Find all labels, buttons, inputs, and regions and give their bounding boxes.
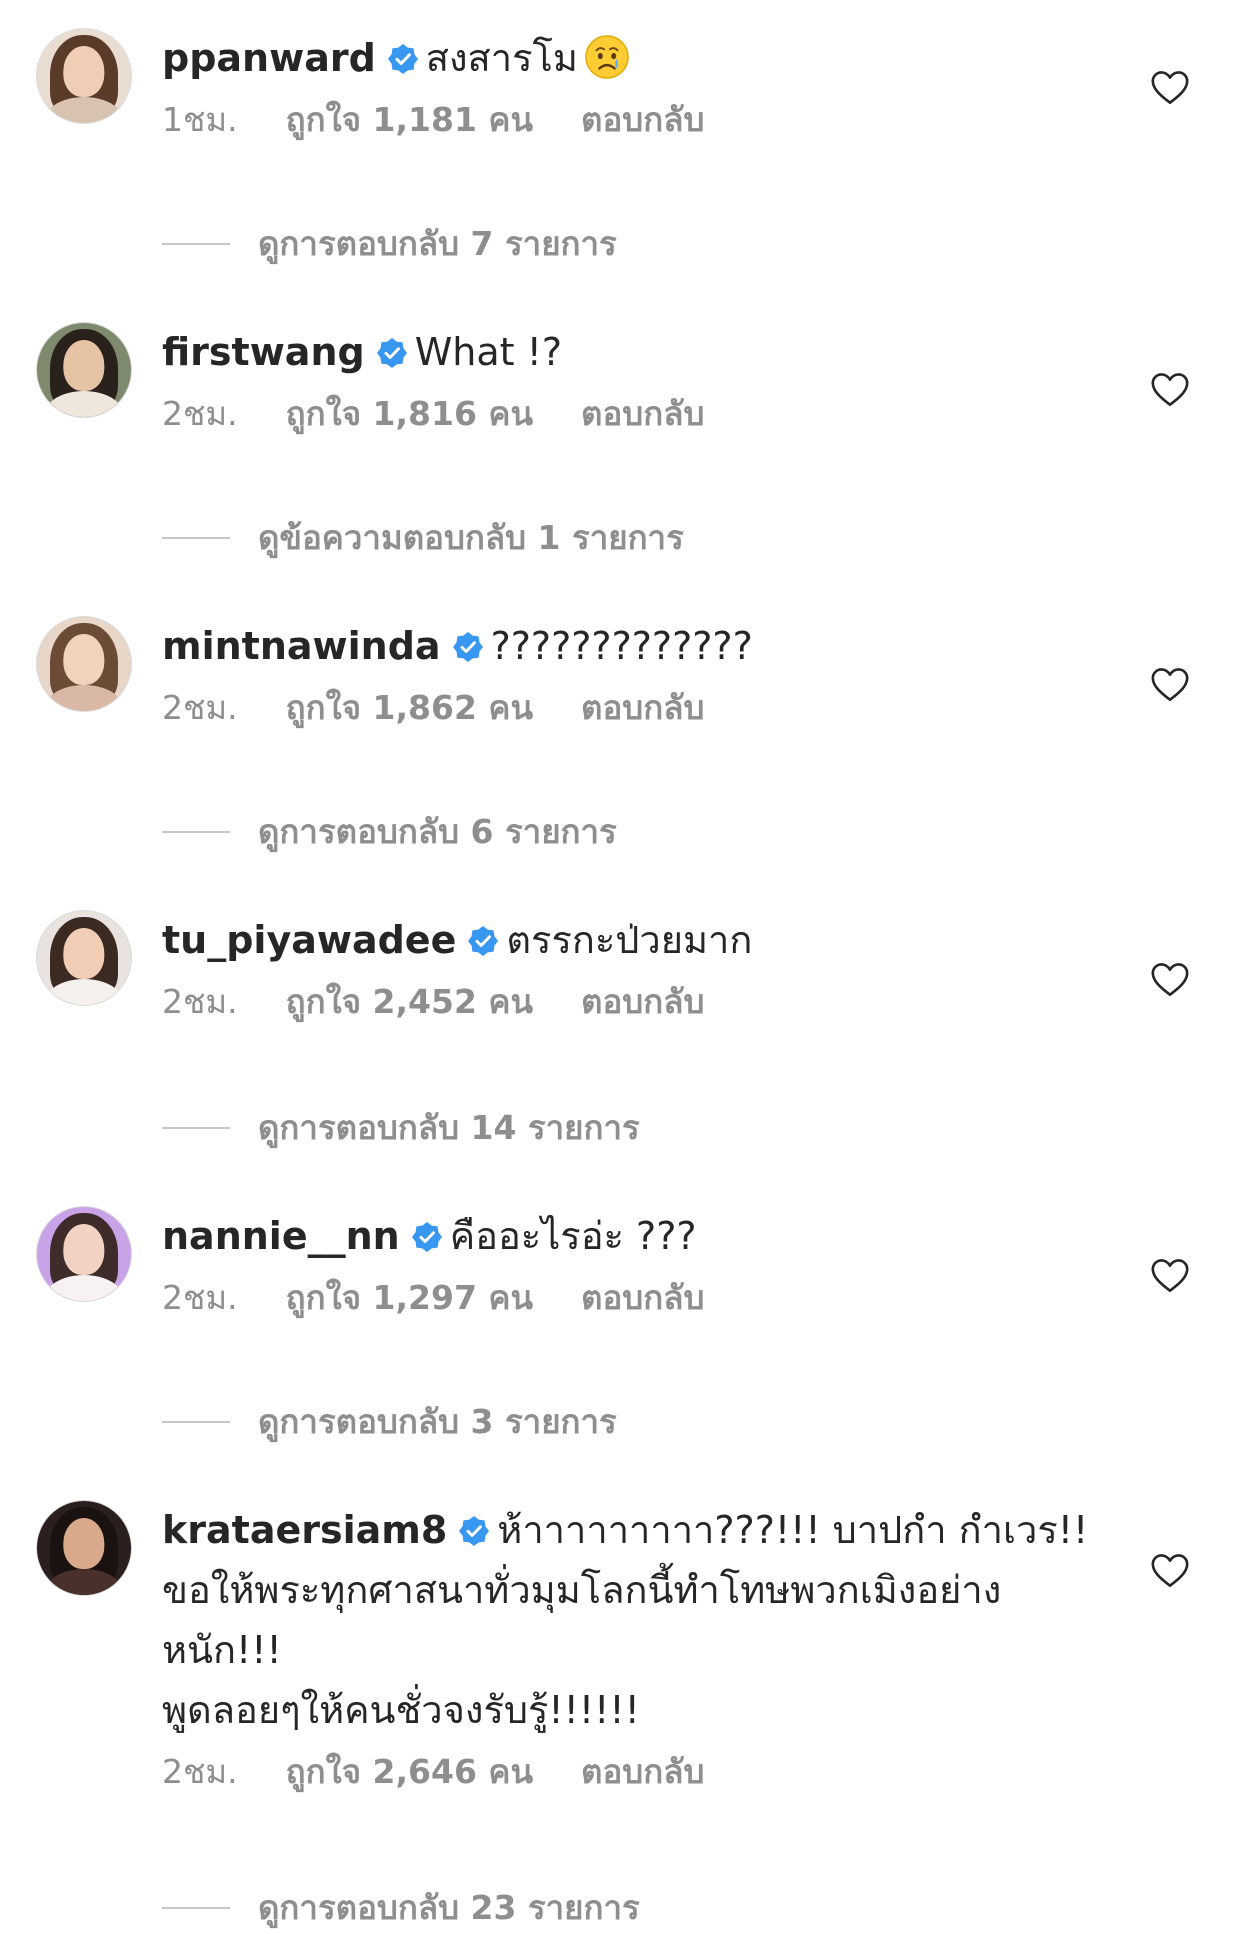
comment-text: What !? — [414, 330, 563, 374]
likes-count-link[interactable]: ถูกใจ 2,646 คน — [286, 1746, 533, 1798]
reply-button[interactable]: ตอบกลับ — [581, 682, 704, 734]
reply-button[interactable]: ตอบกลับ — [581, 388, 704, 440]
view-replies-label: ดูการตอบกลับ 6 รายการ — [258, 812, 617, 851]
avatar[interactable] — [36, 1206, 132, 1302]
avatar[interactable] — [36, 910, 132, 1006]
view-replies-button[interactable]: ดูข้อความตอบกลับ 1 รายการ — [162, 516, 684, 560]
view-replies-button[interactable]: ดูการตอบกลับ 14 รายการ — [162, 1106, 640, 1150]
comment-time: 2ชม. — [162, 1752, 238, 1791]
verified-badge-icon — [376, 338, 407, 368]
username-link[interactable]: nannie__nn — [162, 1214, 400, 1258]
view-replies-label: ดูการตอบกลับ 23 รายการ — [258, 1888, 640, 1927]
like-heart-icon[interactable] — [1150, 1258, 1190, 1294]
replies-divider — [162, 831, 230, 833]
comment-text: ตรรกะป่วยมาก — [506, 918, 753, 962]
avatar-face — [63, 1517, 105, 1569]
like-heart-icon[interactable] — [1150, 667, 1190, 703]
username-link[interactable]: tu_piyawadee — [162, 918, 456, 962]
likes-count-link[interactable]: ถูกใจ 1,297 คน — [286, 1272, 533, 1324]
avatar[interactable] — [36, 322, 132, 418]
view-replies-button[interactable]: ดูการตอบกลับ 6 รายการ — [162, 810, 617, 854]
comment-time: 1ชม. — [162, 100, 238, 139]
comment-text-line: krataersiam8 ห้าาาาาาาาา???!!! บาปกำ กำเว… — [162, 1500, 1102, 1740]
comment-meta: 2ชม. ถูกใจ 1,862 คน ตอบกลับ — [162, 682, 1102, 734]
avatar-face — [63, 927, 105, 979]
avatar-face — [63, 1223, 105, 1275]
username-link[interactable]: krataersiam8 — [162, 1508, 447, 1552]
comment-content: firstwang What !? 2ชม. ถูกใจ 1,816 คน ตอบกลั… — [162, 322, 1102, 440]
comment-meta: 1ชม. ถูกใจ 1,181 คน ตอบกลับ — [162, 94, 1102, 146]
comment-meta: 2ชม. ถูกใจ 2,646 คน ตอบกลับ — [162, 1746, 1102, 1798]
like-heart-icon[interactable] — [1150, 962, 1190, 998]
view-replies-label: ดูการตอบกลับ 7 รายการ — [258, 224, 617, 263]
replies-divider — [162, 1127, 230, 1129]
comment-time: 2ชม. — [162, 394, 238, 433]
view-replies-button[interactable]: ดูการตอบกลับ 3 รายการ — [162, 1400, 617, 1444]
replies-divider — [162, 1907, 230, 1909]
comment-content: mintnawinda????????????? 2ชม. ถูกใจ 1,862 … — [162, 616, 1102, 734]
view-replies-button[interactable]: ดูการตอบกลับ 7 รายการ — [162, 222, 617, 266]
likes-count-link[interactable]: ถูกใจ 1,181 คน — [286, 94, 533, 146]
likes-count-link[interactable]: ถูกใจ 2,452 คน — [286, 976, 533, 1028]
comment-text-line: mintnawinda????????????? — [162, 616, 1102, 676]
likes-count-link[interactable]: ถูกใจ 1,816 คน — [286, 388, 533, 440]
avatar-face — [63, 45, 105, 97]
replies-divider — [162, 1421, 230, 1423]
likes-count-link[interactable]: ถูกใจ 1,862 คน — [286, 682, 533, 734]
view-replies-label: ดูการตอบกลับ 14 รายการ — [258, 1108, 640, 1147]
comment-text-line: nannie__nn คืออะไรอ่ะ ??? — [162, 1206, 1102, 1266]
reply-button[interactable]: ตอบกลับ — [581, 1746, 704, 1798]
verified-badge-icon — [411, 1222, 442, 1252]
comment-text: คืออะไรอ่ะ ??? — [449, 1214, 697, 1258]
avatar-face — [63, 633, 105, 685]
view-replies-label: ดูข้อความตอบกลับ 1 รายการ — [258, 518, 684, 557]
like-heart-icon[interactable] — [1150, 70, 1190, 106]
avatar[interactable] — [36, 616, 132, 712]
comment-content: ppanward สงสารโม 1ชม. ถูกใจ 1,181 คน ตอบกลับ — [162, 28, 1102, 146]
comment-meta: 2ชม. ถูกใจ 1,297 คน ตอบกลับ — [162, 1272, 1102, 1324]
reply-button[interactable]: ตอบกลับ — [581, 1272, 704, 1324]
username-link[interactable]: firstwang — [162, 330, 365, 374]
comment-text-line: firstwang What !? — [162, 322, 1102, 382]
comment-content: nannie__nn คืออะไรอ่ะ ??? 2ชม. ถูกใจ 1,297 … — [162, 1206, 1102, 1324]
comment-time: 2ชม. — [162, 982, 238, 1021]
comment-time: 2ชม. — [162, 688, 238, 727]
verified-badge-icon — [452, 632, 483, 662]
avatar[interactable] — [36, 28, 132, 124]
view-replies-button[interactable]: ดูการตอบกลับ 23 รายการ — [162, 1886, 640, 1930]
comment-meta: 2ชม. ถูกใจ 1,816 คน ตอบกลับ — [162, 388, 1102, 440]
comment-text: ????????????? — [490, 624, 753, 668]
replies-divider — [162, 537, 230, 539]
comment-meta: 2ชม. ถูกใจ 2,452 คน ตอบกลับ — [162, 976, 1102, 1028]
comment-text-line: ppanward สงสารโม — [162, 28, 1102, 88]
like-heart-icon[interactable] — [1150, 1553, 1190, 1589]
comment-content: krataersiam8 ห้าาาาาาาาา???!!! บาปกำ กำเว… — [162, 1500, 1102, 1798]
username-link[interactable]: ppanward — [162, 36, 376, 80]
view-replies-label: ดูการตอบกลับ 3 รายการ — [258, 1402, 617, 1441]
comment-text-line: tu_piyawadee ตรรกะป่วยมาก — [162, 910, 1102, 970]
reply-button[interactable]: ตอบกลับ — [581, 976, 704, 1028]
verified-badge-icon — [468, 926, 499, 956]
reply-button[interactable]: ตอบกลับ — [581, 94, 704, 146]
comment-text: สงสารโม — [425, 36, 578, 80]
avatar-face — [63, 339, 105, 391]
verified-badge-icon — [459, 1516, 490, 1546]
verified-badge-icon — [387, 44, 418, 74]
like-heart-icon[interactable] — [1150, 372, 1190, 408]
crying-face-emoji-icon — [585, 35, 629, 79]
replies-divider — [162, 243, 230, 245]
comment-content: tu_piyawadee ตรรกะป่วยมาก 2ชม. ถูกใจ 2,452 … — [162, 910, 1102, 1028]
avatar[interactable] — [36, 1500, 132, 1596]
comment-time: 2ชม. — [162, 1278, 238, 1317]
username-link[interactable]: mintnawinda — [162, 624, 441, 668]
